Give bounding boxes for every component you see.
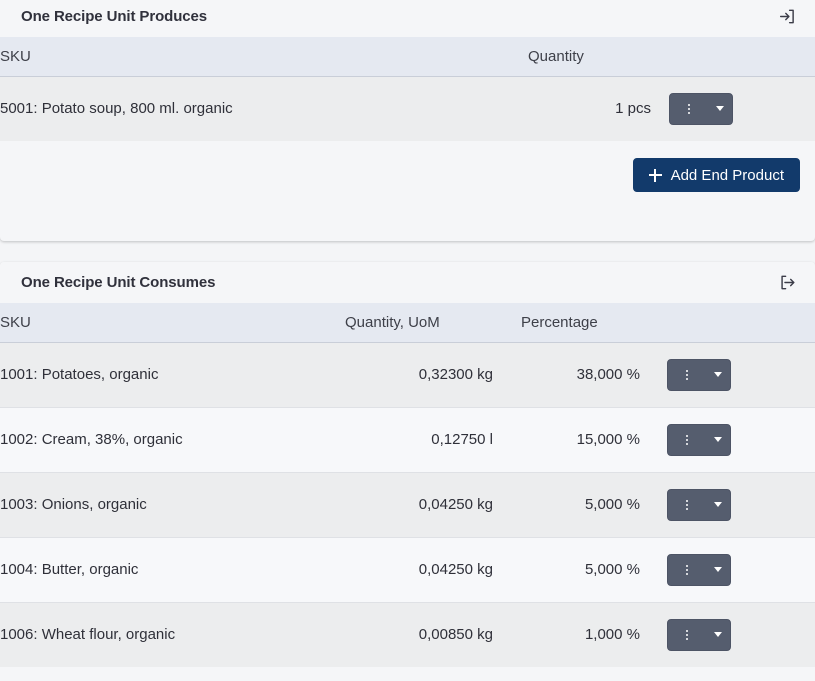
row-action-dropdown-toggle[interactable] xyxy=(706,620,730,650)
produces-table-head: SKU Quantity xyxy=(0,37,815,76)
cell-quantity: 0,32300 kg xyxy=(336,342,511,407)
row-action-menu-button[interactable] xyxy=(668,490,706,520)
page-root: One Recipe Unit Produces SKU Quantity xyxy=(0,0,815,681)
column-header-quantity: Quantity xyxy=(505,37,665,76)
column-header-quantity-uom: Quantity, UoM xyxy=(336,303,511,342)
cell-actions xyxy=(663,342,815,407)
cell-sku: 1003: Onions, organic xyxy=(0,472,336,537)
produces-table-body: 5001: Potato soup, 800 ml. organic 1 pcs xyxy=(0,76,815,141)
column-header-percentage: Percentage xyxy=(511,303,663,342)
kebab-vertical-icon xyxy=(686,500,688,510)
produces-table: SKU Quantity 5001: Potato soup, 800 ml. … xyxy=(0,37,815,141)
chevron-down-icon xyxy=(716,106,724,111)
kebab-vertical-icon xyxy=(686,370,688,380)
cell-quantity: 1 pcs xyxy=(505,76,665,141)
row-action-dropdown-toggle[interactable] xyxy=(706,425,730,455)
row-action-menu-button[interactable] xyxy=(668,360,706,390)
produces-footer: Add End Product xyxy=(0,141,815,209)
consumes-table: SKU Quantity, UoM Percentage 1001: Potat… xyxy=(0,303,815,667)
cell-quantity: 0,04250 kg xyxy=(336,472,511,537)
row-action-split-button[interactable] xyxy=(667,554,731,586)
row-action-split-button[interactable] xyxy=(669,93,733,125)
table-row[interactable]: 1006: Wheat flour, organic 0,00850 kg 1,… xyxy=(0,602,815,667)
row-action-split-button[interactable] xyxy=(667,359,731,391)
kebab-vertical-icon xyxy=(688,104,690,114)
row-action-dropdown-toggle[interactable] xyxy=(708,94,732,124)
cell-actions xyxy=(663,537,815,602)
sign-out-arrow-icon[interactable] xyxy=(776,272,798,294)
row-action-split-button[interactable] xyxy=(667,489,731,521)
row-action-dropdown-toggle[interactable] xyxy=(706,360,730,390)
cell-percentage: 5,000 % xyxy=(511,472,663,537)
cell-quantity: 0,04250 kg xyxy=(336,537,511,602)
consumes-table-head: SKU Quantity, UoM Percentage xyxy=(0,303,815,342)
add-end-product-button[interactable]: Add End Product xyxy=(633,158,800,192)
cell-quantity: 0,12750 l xyxy=(336,407,511,472)
add-end-product-label: Add End Product xyxy=(671,168,784,183)
table-row[interactable]: 5001: Potato soup, 800 ml. organic 1 pcs xyxy=(0,76,815,141)
column-header-actions xyxy=(663,303,815,342)
chevron-down-icon xyxy=(714,372,722,377)
cell-sku: 1002: Cream, 38%, organic xyxy=(0,407,336,472)
table-row[interactable]: 1003: Onions, organic 0,04250 kg 5,000 % xyxy=(0,472,815,537)
cell-sku: 1006: Wheat flour, organic xyxy=(0,602,336,667)
column-header-sku: SKU xyxy=(0,303,336,342)
panel-header-consumes: One Recipe Unit Consumes xyxy=(0,262,815,303)
table-row[interactable]: 1004: Butter, organic 0,04250 kg 5,000 % xyxy=(0,537,815,602)
table-row[interactable]: 1002: Cream, 38%, organic 0,12750 l 15,0… xyxy=(0,407,815,472)
sign-in-arrow-icon[interactable] xyxy=(776,6,798,28)
cell-actions xyxy=(663,602,815,667)
produces-header-row: SKU Quantity xyxy=(0,37,815,76)
row-action-menu-button[interactable] xyxy=(668,555,706,585)
cell-sku: 1004: Butter, organic xyxy=(0,537,336,602)
kebab-vertical-icon xyxy=(686,630,688,640)
panel-title-consumes: One Recipe Unit Consumes xyxy=(21,275,215,290)
cell-actions xyxy=(665,76,815,141)
cell-sku: 1001: Potatoes, organic xyxy=(0,342,336,407)
page-title: One Recipe Unit Produces xyxy=(21,9,207,24)
table-row[interactable]: 1001: Potatoes, organic 0,32300 kg 38,00… xyxy=(0,342,815,407)
row-action-menu-button[interactable] xyxy=(668,620,706,650)
cell-percentage: 15,000 % xyxy=(511,407,663,472)
cell-sku: 5001: Potato soup, 800 ml. organic xyxy=(0,76,505,141)
row-action-dropdown-toggle[interactable] xyxy=(706,490,730,520)
row-action-split-button[interactable] xyxy=(667,424,731,456)
consumes-table-body: 1001: Potatoes, organic 0,32300 kg 38,00… xyxy=(0,342,815,667)
kebab-vertical-icon xyxy=(686,435,688,445)
cell-percentage: 38,000 % xyxy=(511,342,663,407)
plus-icon xyxy=(649,169,662,182)
chevron-down-icon xyxy=(714,632,722,637)
column-header-actions xyxy=(665,37,815,76)
cell-percentage: 1,000 % xyxy=(511,602,663,667)
row-action-menu-button[interactable] xyxy=(670,94,708,124)
panel-one-recipe-unit-produces: One Recipe Unit Produces SKU Quantity xyxy=(0,0,815,241)
chevron-down-icon xyxy=(714,502,722,507)
column-header-sku: SKU xyxy=(0,37,505,76)
chevron-down-icon xyxy=(714,437,722,442)
cell-percentage: 5,000 % xyxy=(511,537,663,602)
row-action-dropdown-toggle[interactable] xyxy=(706,555,730,585)
chevron-down-icon xyxy=(714,567,722,572)
panel-one-recipe-unit-consumes: One Recipe Unit Consumes SKU Quantity, U… xyxy=(0,262,815,681)
consumes-header-row: SKU Quantity, UoM Percentage xyxy=(0,303,815,342)
cell-actions xyxy=(663,407,815,472)
cell-quantity: 0,00850 kg xyxy=(336,602,511,667)
row-action-menu-button[interactable] xyxy=(668,425,706,455)
panel-header-produces: One Recipe Unit Produces xyxy=(0,0,815,37)
row-action-split-button[interactable] xyxy=(667,619,731,651)
kebab-vertical-icon xyxy=(686,565,688,575)
cell-actions xyxy=(663,472,815,537)
